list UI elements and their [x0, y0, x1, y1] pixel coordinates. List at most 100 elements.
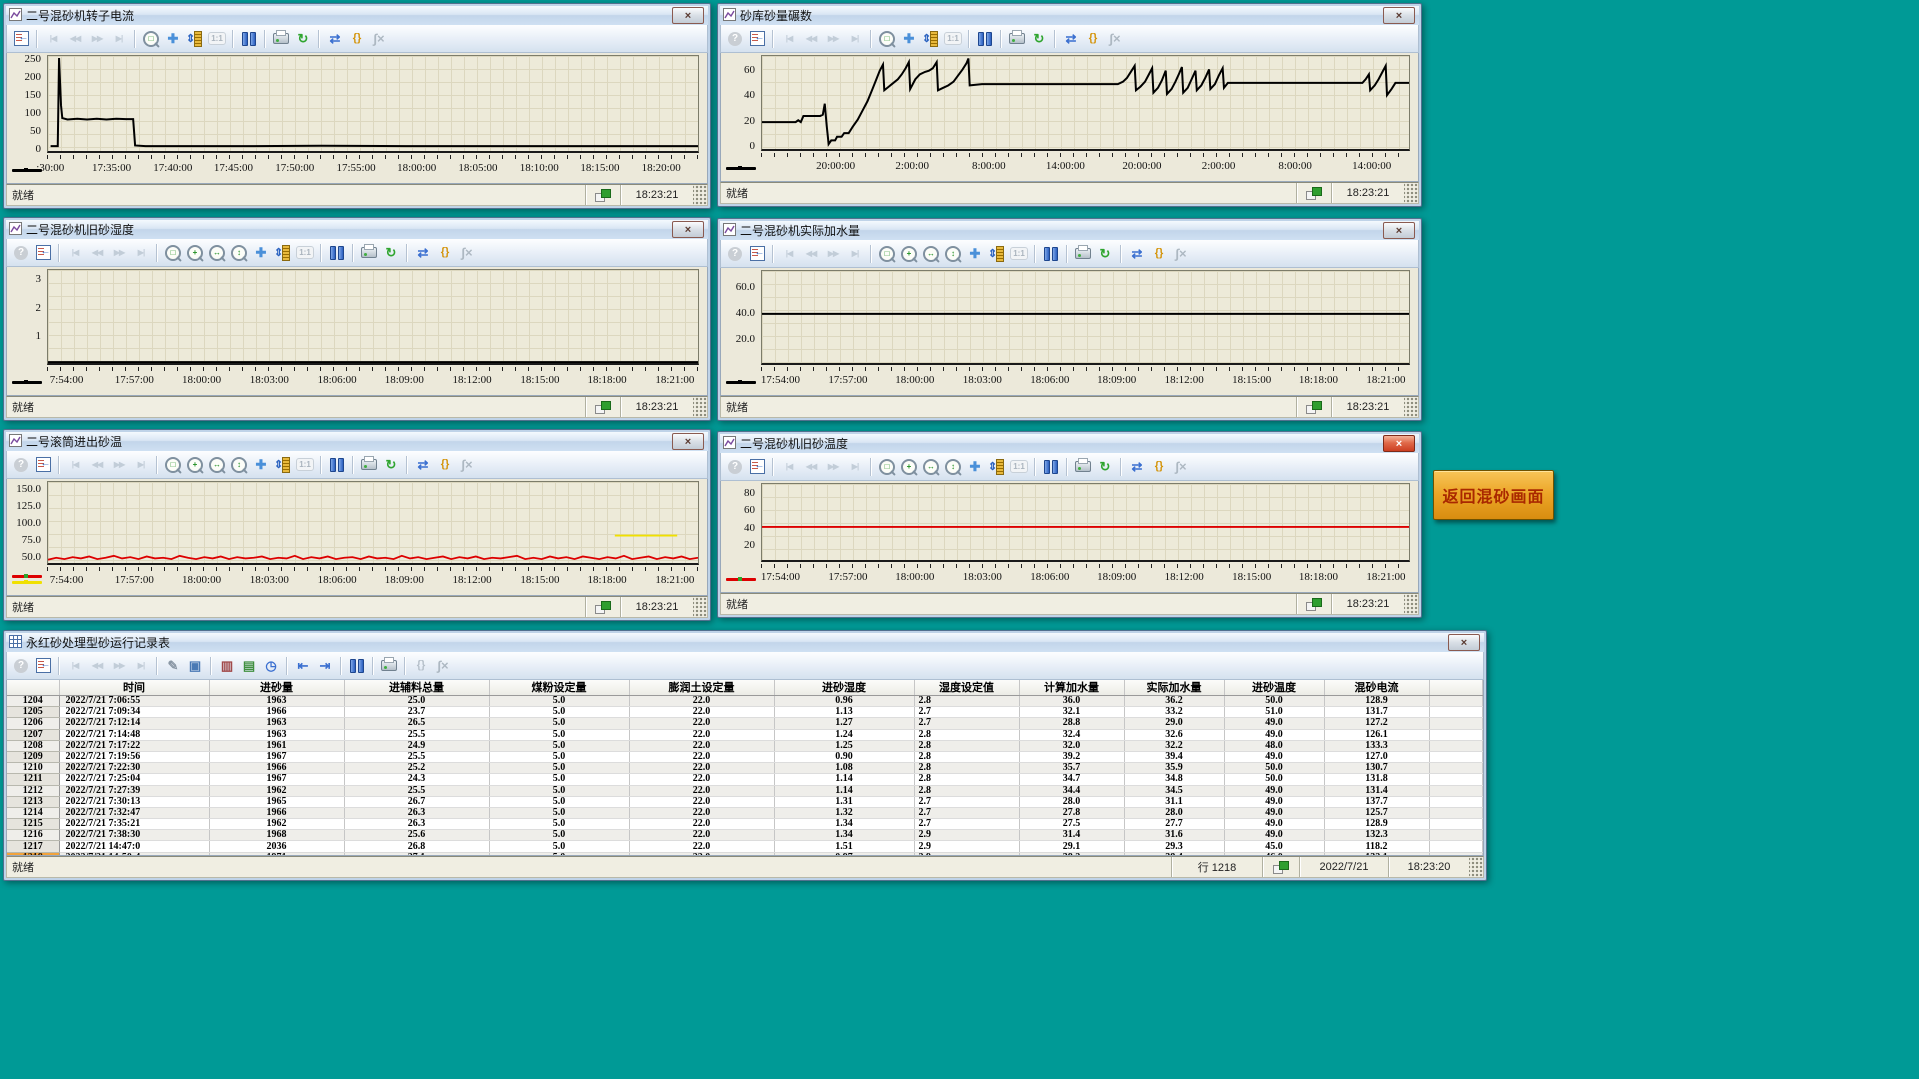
brackets-icon[interactable]: {} [435, 455, 455, 475]
resize-grip[interactable] [1469, 857, 1483, 877]
nav-last-icon[interactable]: ▶| [845, 457, 865, 477]
nav-prev-icon[interactable]: ◀◀ [87, 656, 107, 676]
nav-last-icon[interactable]: ▶| [845, 29, 865, 49]
resize-grip[interactable] [693, 397, 707, 417]
print-icon[interactable] [1007, 29, 1027, 49]
integral-icon[interactable]: ∫× [1171, 457, 1191, 477]
zoom-h-icon[interactable]: ↔ [921, 457, 941, 477]
vscale-icon[interactable] [987, 244, 1007, 264]
nav-prev-icon[interactable]: ◀◀ [87, 243, 107, 263]
nav-last-icon[interactable]: ▶| [845, 244, 865, 264]
zoom-h-icon[interactable]: ↔ [207, 455, 227, 475]
nav-prev-icon[interactable]: ◀◀ [65, 29, 85, 49]
trend-plot-area[interactable] [761, 483, 1410, 562]
zoom-box-icon[interactable]: □ [877, 244, 897, 264]
nav-next-icon[interactable]: ▶▶ [109, 656, 129, 676]
print-icon[interactable] [271, 29, 291, 49]
refresh-icon[interactable]: ↻ [1095, 457, 1115, 477]
pause-icon[interactable] [975, 29, 995, 49]
brackets-icon[interactable]: {} [435, 243, 455, 263]
table-row[interactable]: 12132022/7/21 7:30:13196526.75.022.01.31… [7, 796, 1483, 807]
panel-icon[interactable] [747, 244, 767, 264]
nav-first-icon[interactable]: |◀ [65, 455, 85, 475]
trend-plot-area[interactable] [47, 269, 699, 365]
trend-plot-area[interactable] [761, 270, 1410, 365]
refresh-icon[interactable]: ↻ [293, 29, 313, 49]
page-left-icon[interactable]: ⇤ [293, 656, 313, 676]
refresh-icon[interactable]: ↻ [381, 243, 401, 263]
nav-first-icon[interactable]: |◀ [65, 656, 85, 676]
pan-icon[interactable]: ✚ [251, 243, 271, 263]
nav-first-icon[interactable]: |◀ [65, 243, 85, 263]
table-row[interactable]: 12042022/7/21 7:06:55196325.05.022.00.96… [7, 696, 1483, 707]
trend-plot-area[interactable] [761, 55, 1410, 151]
resize-grip[interactable] [1404, 397, 1418, 417]
table-row[interactable]: 12162022/7/21 7:38:30196825.65.022.01.34… [7, 830, 1483, 841]
resize-grip[interactable] [1404, 183, 1418, 203]
insert-col-icon[interactable]: ▤ [239, 656, 259, 676]
pause-icon[interactable] [327, 455, 347, 475]
zoom-v-icon[interactable]: ↕ [229, 243, 249, 263]
refresh-icon[interactable]: ↻ [1029, 29, 1049, 49]
brackets-dis-icon[interactable]: {} [411, 656, 431, 676]
table-row[interactable]: 12112022/7/21 7:25:04196724.35.022.01.14… [7, 774, 1483, 785]
trend-plot-area[interactable] [47, 55, 699, 153]
page-right-icon[interactable]: ⇥ [315, 656, 335, 676]
axes-swap-icon[interactable]: ⇄ [1127, 244, 1147, 264]
panel-icon[interactable] [11, 29, 31, 49]
help-icon[interactable]: ? [725, 29, 745, 49]
brackets-icon[interactable]: {} [1149, 457, 1169, 477]
nav-last-icon[interactable]: ▶| [131, 455, 151, 475]
integral-icon[interactable]: ∫× [1171, 244, 1191, 264]
table-row[interactable]: 12142022/7/21 7:32:47196626.35.022.01.32… [7, 807, 1483, 818]
zoom-box-icon[interactable]: □ [163, 455, 183, 475]
refresh-icon[interactable]: ↻ [381, 455, 401, 475]
resize-grip[interactable] [693, 597, 707, 617]
one2one-icon[interactable]: 1:1 [1009, 457, 1029, 477]
nav-next-icon[interactable]: ▶▶ [109, 455, 129, 475]
copy-icon[interactable]: ▣ [185, 656, 205, 676]
nav-next-icon[interactable]: ▶▶ [823, 29, 843, 49]
nav-next-icon[interactable]: ▶▶ [823, 244, 843, 264]
zoom-in-icon[interactable]: + [899, 457, 919, 477]
nav-last-icon[interactable]: ▶| [131, 243, 151, 263]
nav-first-icon[interactable]: |◀ [779, 29, 799, 49]
print-icon[interactable] [1073, 244, 1093, 264]
vscale-icon[interactable] [185, 29, 205, 49]
nav-prev-icon[interactable]: ◀◀ [801, 244, 821, 264]
help-icon[interactable]: ? [11, 656, 31, 676]
axes-swap-icon[interactable]: ⇄ [1061, 29, 1081, 49]
axes-swap-icon[interactable]: ⇄ [1127, 457, 1147, 477]
zoom-v-icon[interactable]: ↕ [943, 244, 963, 264]
clock-icon[interactable]: ◷ [261, 656, 281, 676]
integral-icon[interactable]: ∫× [433, 656, 453, 676]
print-icon[interactable] [359, 243, 379, 263]
nav-last-icon[interactable]: ▶| [131, 656, 151, 676]
pan-icon[interactable]: ✚ [899, 29, 919, 49]
columns-icon[interactable]: ▥ [217, 656, 237, 676]
nav-first-icon[interactable]: |◀ [43, 29, 63, 49]
print-icon[interactable] [1073, 457, 1093, 477]
pause-icon[interactable] [347, 656, 367, 676]
zoom-h-icon[interactable]: ↔ [207, 243, 227, 263]
close-icon[interactable]: × [1383, 7, 1415, 24]
close-icon[interactable]: × [672, 433, 704, 450]
zoom-in-icon[interactable]: + [899, 244, 919, 264]
nav-first-icon[interactable]: |◀ [779, 244, 799, 264]
axes-swap-icon[interactable]: ⇄ [325, 29, 345, 49]
integral-icon[interactable]: ∫× [1105, 29, 1125, 49]
close-icon[interactable]: × [1383, 435, 1415, 452]
zoom-box-icon[interactable]: □ [163, 243, 183, 263]
integral-icon[interactable]: ∫× [457, 243, 477, 263]
zoom-box-icon[interactable]: □ [877, 29, 897, 49]
panel-icon[interactable] [747, 457, 767, 477]
axes-swap-icon[interactable]: ⇄ [413, 243, 433, 263]
help-icon[interactable]: ? [11, 243, 31, 263]
resize-grip[interactable] [693, 185, 707, 205]
close-icon[interactable]: × [672, 7, 704, 24]
nav-prev-icon[interactable]: ◀◀ [801, 457, 821, 477]
close-icon[interactable]: × [1383, 222, 1415, 239]
help-icon[interactable]: ? [725, 244, 745, 264]
zoom-in-icon[interactable]: + [185, 243, 205, 263]
brackets-icon[interactable]: {} [1083, 29, 1103, 49]
